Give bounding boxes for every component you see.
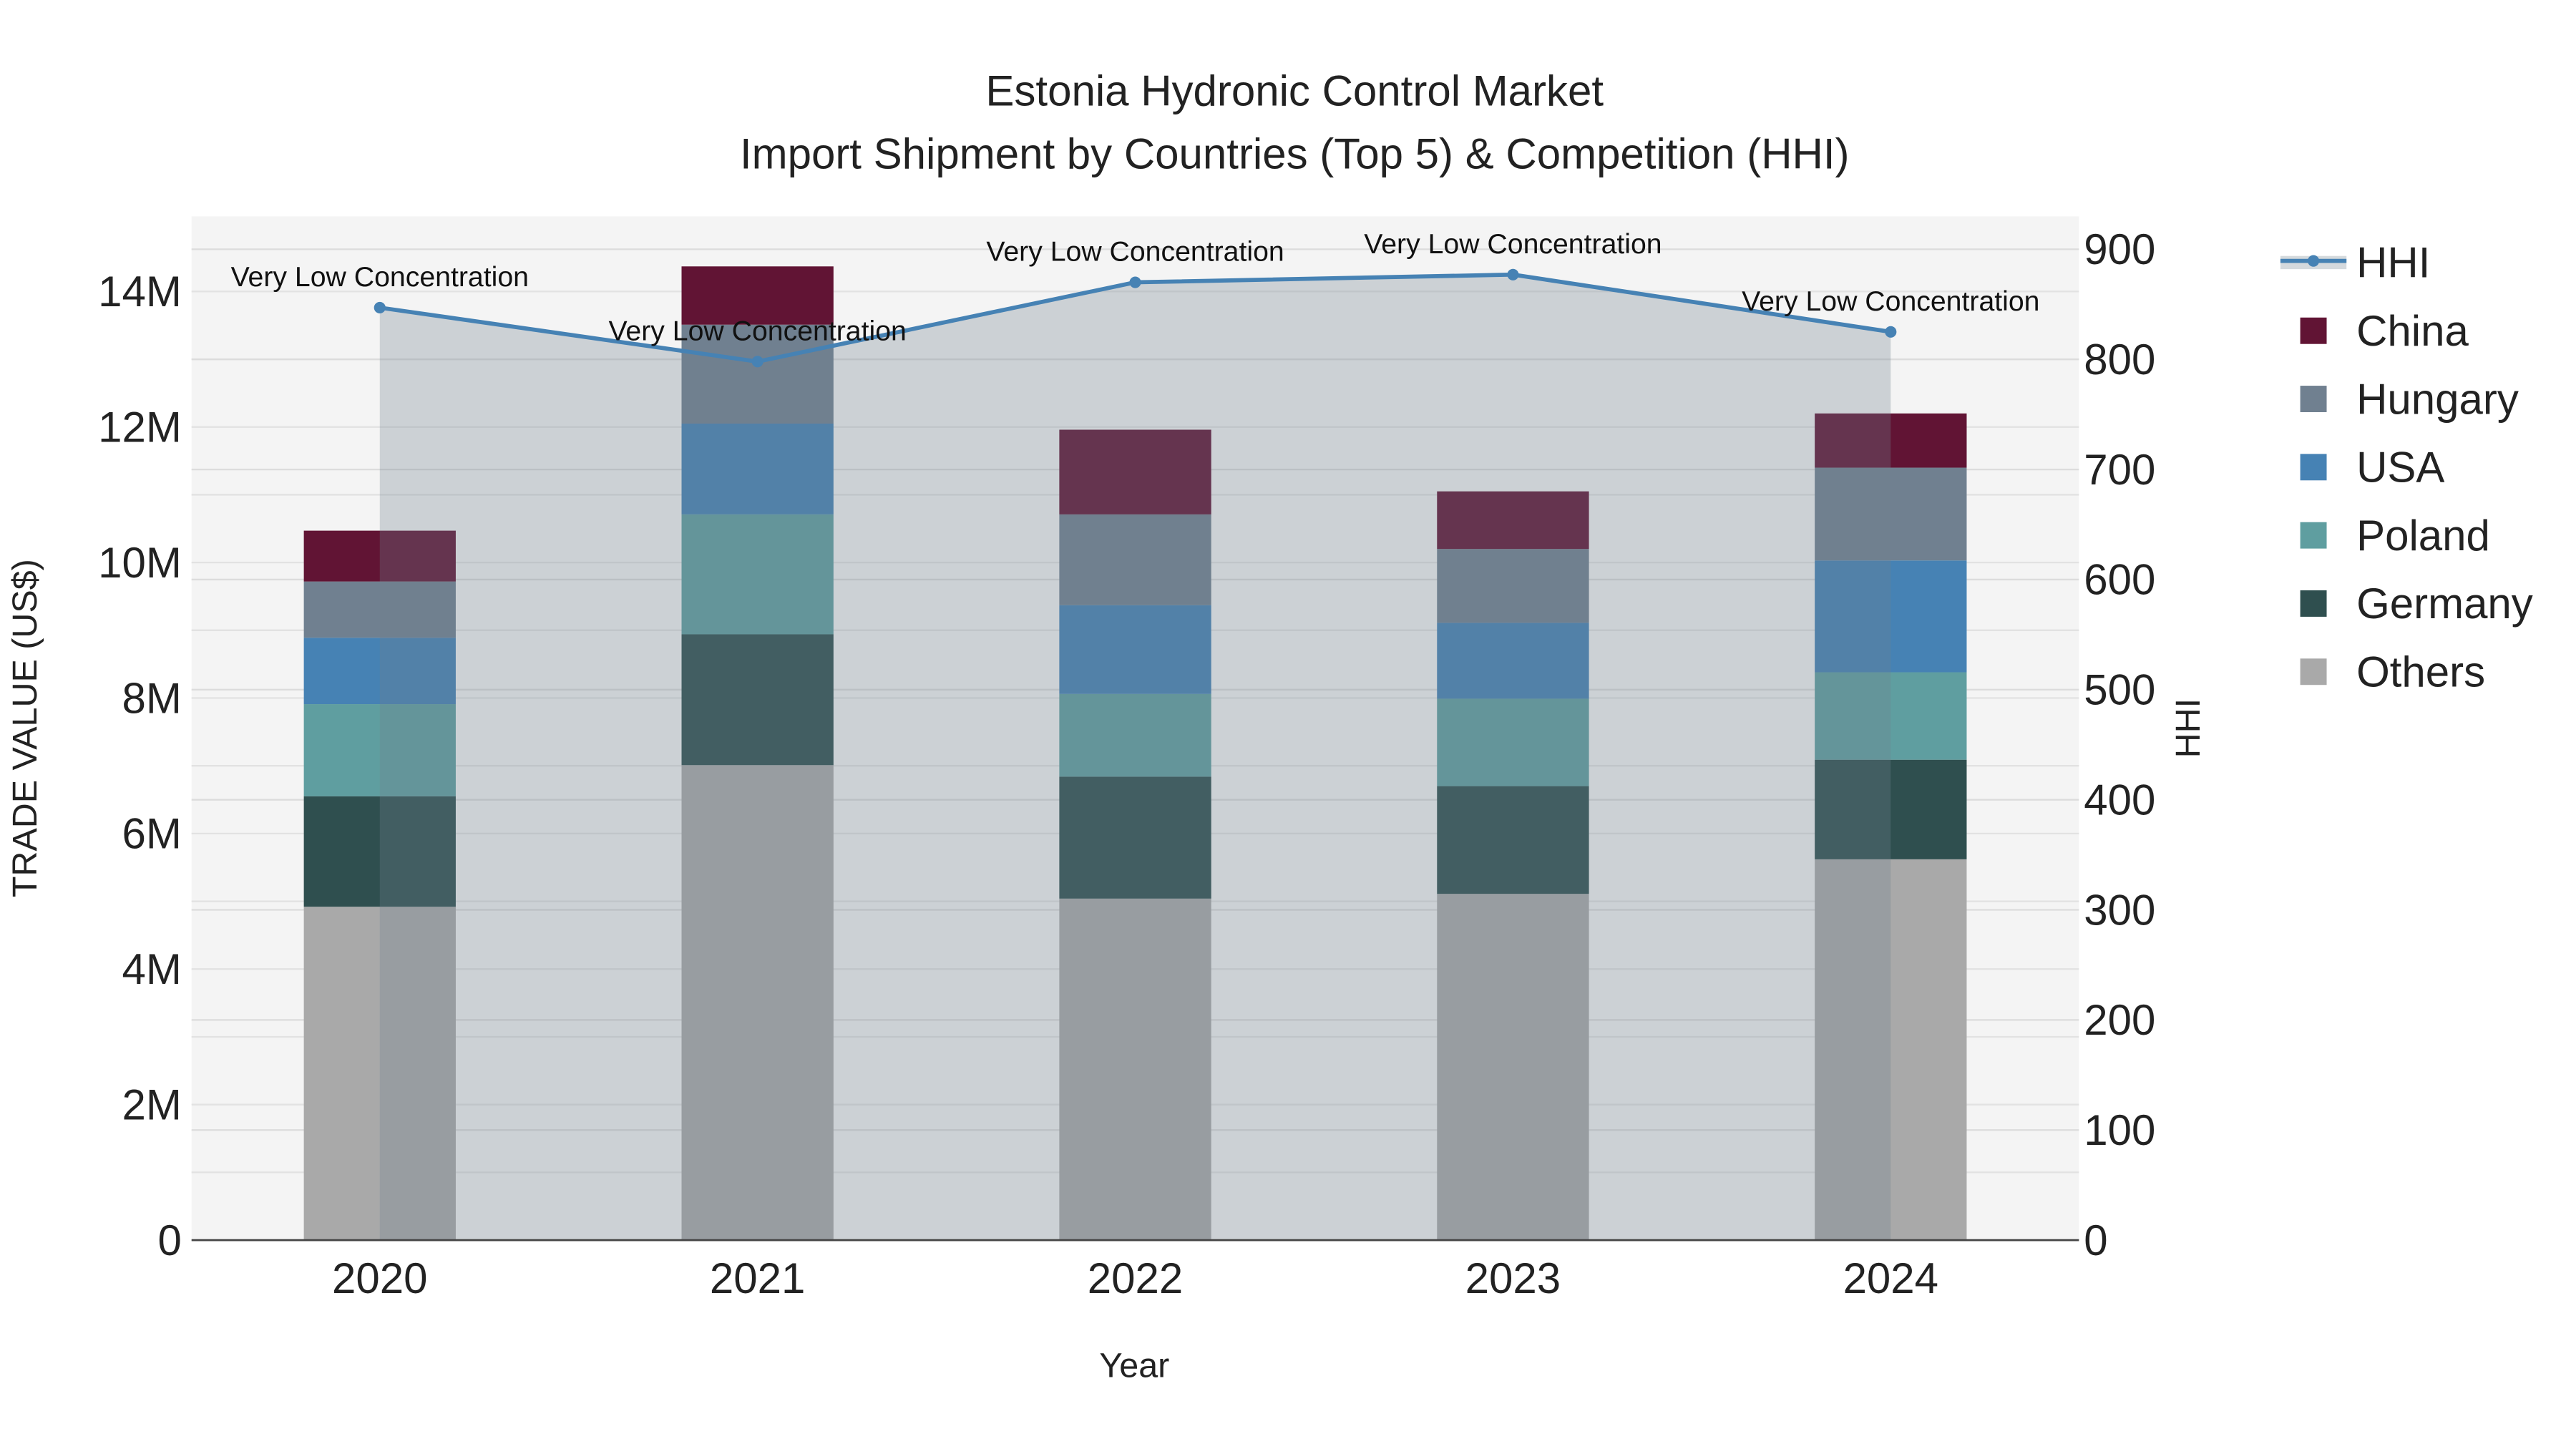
legend-item-germany[interactable]: Germany	[2300, 580, 2533, 628]
y-tick-label: 12M	[98, 403, 182, 451]
y2-tick-label: 300	[2084, 886, 2155, 934]
x-tick-label: 2022	[1088, 1254, 1183, 1302]
y2-tick-label: 400	[2084, 776, 2155, 824]
legend-item-usa[interactable]: USA	[2300, 444, 2445, 492]
hhi-annotation: Very Low Concentration	[608, 315, 906, 346]
x-tick-label: 2024	[1843, 1254, 1938, 1302]
x-tick-label: 2020	[332, 1254, 427, 1302]
legend-label: Others	[2356, 648, 2485, 696]
legend-label: Hungary	[2356, 375, 2519, 423]
legend-item-hhi[interactable]: HHI	[2280, 239, 2430, 287]
y2-axis-title: HHI	[2169, 698, 2207, 758]
legend-swatch	[2300, 522, 2327, 549]
legend-marker	[2308, 255, 2320, 267]
y2-tick-label: 800	[2084, 336, 2155, 384]
y2-tick-label: 600	[2084, 556, 2155, 604]
y-tick-label: 0	[157, 1216, 181, 1264]
hhi-annotation: Very Low Concentration	[1364, 228, 1662, 260]
legend-label: Germany	[2356, 580, 2533, 628]
y-axis-title: TRADE VALUE (US$)	[6, 559, 44, 897]
y2-tick-label: 900	[2084, 225, 2155, 273]
y2-tick-label: 500	[2084, 666, 2155, 714]
hhi-area	[379, 274, 1891, 1241]
legend-item-china[interactable]: China	[2300, 307, 2469, 355]
legend-label: USA	[2356, 444, 2444, 492]
legend-swatch	[2300, 658, 2327, 686]
legend-item-others[interactable]: Others	[2300, 648, 2486, 696]
legend-label: China	[2356, 307, 2469, 355]
legend-swatch	[2300, 386, 2327, 412]
y2-tick-label: 200	[2084, 996, 2155, 1044]
hhi-annotation: Very Low Concentration	[986, 236, 1284, 268]
hhi-point-2024	[1885, 326, 1897, 338]
legend-swatch	[2300, 317, 2327, 344]
x-axis-title: Year	[1099, 1347, 1169, 1385]
y-tick-label: 8M	[122, 674, 181, 722]
chart-title: Estonia Hydronic Control Market	[985, 67, 1604, 115]
x-tick-label: 2021	[710, 1254, 805, 1302]
y-tick-label: 4M	[122, 945, 181, 993]
legend-label: Poland	[2356, 512, 2490, 560]
legend-item-poland[interactable]: Poland	[2300, 512, 2490, 560]
legend-item-hungary[interactable]: Hungary	[2300, 375, 2519, 423]
hhi-point-2022	[1129, 276, 1141, 288]
hhi-point-2021	[751, 356, 763, 368]
legend-swatch	[2300, 590, 2327, 617]
hhi-annotation: Very Low Concentration	[1742, 286, 2039, 317]
chart: Very Low Concentration Very Low Concentra…	[6, 67, 2533, 1385]
legend-swatch	[2300, 454, 2327, 481]
y2-tick-label: 0	[2084, 1216, 2107, 1264]
hhi-point-2023	[1507, 268, 1519, 280]
y2-tick-label: 100	[2084, 1106, 2155, 1154]
y-tick-label: 6M	[122, 810, 181, 858]
y-tick-label: 2M	[122, 1080, 181, 1128]
legend: HHI China Hungary USA Poland Germany Others	[2280, 239, 2533, 696]
chart-subtitle: Import Shipment by Countries (Top 5) & C…	[740, 130, 1850, 177]
legend-label: HHI	[2356, 239, 2430, 287]
x-tick-label: 2023	[1465, 1254, 1561, 1302]
hhi-annotation: Very Low Concentration	[231, 261, 529, 293]
y-tick-label: 10M	[98, 539, 182, 587]
y2-tick-label: 700	[2084, 446, 2155, 494]
y-tick-label: 14M	[98, 268, 182, 316]
hhi-point-2020	[374, 301, 386, 314]
